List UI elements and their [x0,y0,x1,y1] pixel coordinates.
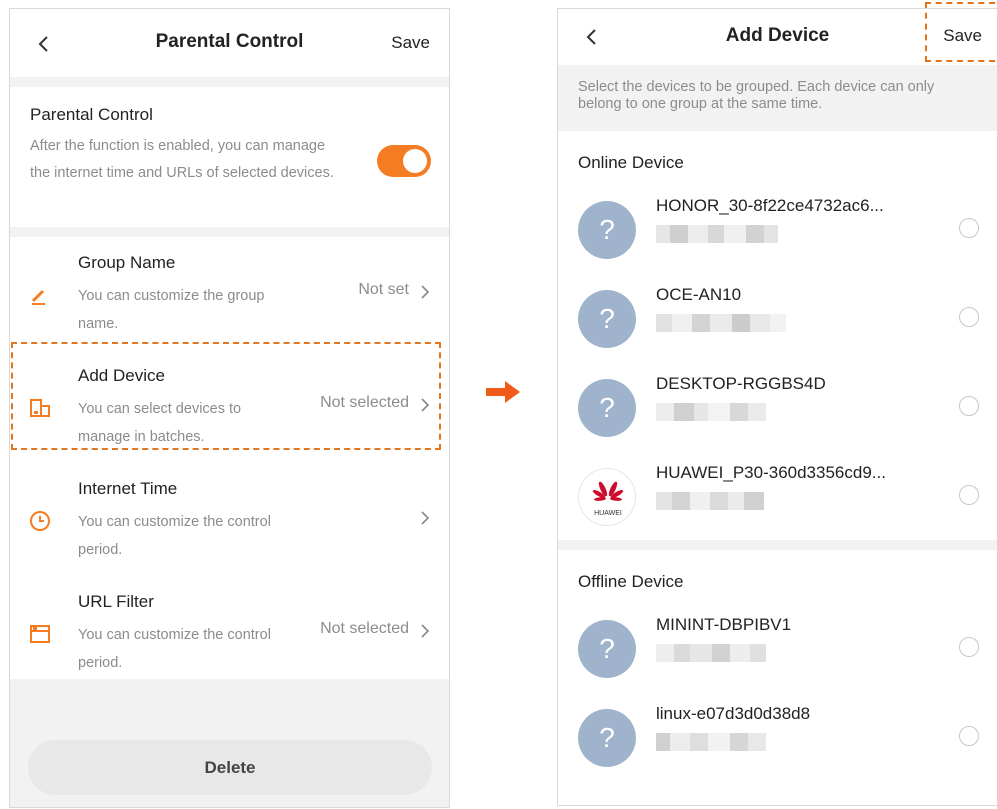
row-group-name[interactable]: Group Name You can customize the group n… [10,237,449,350]
mac-address-blurred [656,492,806,510]
device-item[interactable]: ? MININT-DBPIBV1 [558,603,997,692]
hint-text: Select the devices to be grouped. Each d… [558,65,997,131]
divider [10,77,449,87]
section-title: Parental Control [30,105,153,124]
row-description: You can customize the control period. [78,627,271,671]
avatar: ? [578,290,636,348]
mac-address-blurred [656,644,806,662]
pencil-icon [28,283,52,307]
select-radio[interactable] [959,307,979,327]
row-description: You can select devices to manage in batc… [78,401,242,445]
row-value: Not selected [320,394,409,411]
bottom-area: Delete [10,679,449,807]
device-name: MININT-DBPIBV1 [656,615,792,634]
device-item[interactable]: ? OCE-AN10 [558,273,997,362]
device-name: linux-e07d3d0d38d8 [656,704,811,723]
select-radio[interactable] [959,726,979,746]
row-title: URL Filter [78,592,154,611]
save-button[interactable]: Save [943,26,982,46]
row-value: Not selected [320,620,409,637]
offline-device-title: Offline Device [578,572,684,591]
row-value: Not set [358,281,409,298]
chevron-right-icon [419,283,431,301]
avatar: ? [578,201,636,259]
divider [10,227,449,237]
row-title: Group Name [78,253,176,272]
device-name: HONOR_30-8f22ce4732ac6... [656,196,884,215]
mac-address-blurred [656,314,806,332]
row-title: Internet Time [78,479,178,498]
select-radio[interactable] [959,637,979,657]
avatar: ? [578,379,636,437]
row-description: You can customize the control period. [78,514,271,558]
header: Add Device Save [558,9,997,65]
chevron-right-icon [419,622,431,640]
huawei-logo-icon: HUAWEI [578,468,636,526]
avatar: ? [578,620,636,678]
mac-address-blurred [656,733,806,751]
device-item[interactable]: ? linux-e07d3d0d38d8 [558,692,997,781]
browser-icon [28,622,52,646]
arrow-right-icon [486,381,520,403]
row-description: You can customize the group name. [78,288,265,332]
divider [558,540,997,550]
select-radio[interactable] [959,218,979,238]
device-name: DESKTOP-RGGBS4D [656,374,826,393]
add-device-screen: Add Device Save Select the devices to be… [557,8,997,806]
parental-control-section: Parental Control After the function is e… [10,87,449,227]
save-button[interactable]: Save [391,33,430,53]
row-internet-time[interactable]: Internet Time You can customize the cont… [10,463,449,576]
parental-control-toggle[interactable] [377,145,431,177]
parental-control-screen: Parental Control Save Parental Control A… [9,8,450,808]
device-item[interactable]: ? HONOR_30-8f22ce4732ac6... [558,184,997,273]
delete-button[interactable]: Delete [28,740,432,795]
svg-text:HUAWEI: HUAWEI [594,510,622,517]
mac-address-blurred [656,403,806,421]
page-title: Add Device [725,25,830,46]
device-icon [28,396,52,420]
clock-icon [28,509,52,533]
section-description: After the function is enabled, you can m… [30,138,334,181]
row-title: Add Device [78,366,165,385]
page-title: Parental Control [155,31,304,52]
select-radio[interactable] [959,485,979,505]
device-item[interactable]: ? DESKTOP-RGGBS4D [558,362,997,451]
avatar: ? [578,709,636,767]
mac-address-blurred [656,225,806,243]
device-name: HUAWEI_P30-360d3356cd9... [656,463,886,482]
header: Parental Control Save [10,9,449,77]
row-url-filter[interactable]: URL Filter You can customize the control… [10,576,449,689]
device-name: OCE-AN10 [656,285,742,304]
chevron-right-icon [419,396,431,414]
select-radio[interactable] [959,396,979,416]
chevron-right-icon [419,509,431,527]
row-add-device[interactable]: Add Device You can select devices to man… [10,350,449,463]
toggle-knob [403,149,427,173]
online-device-title: Online Device [578,153,684,172]
device-item[interactable]: HUAWEI HUAWEI_P30-360d3356cd9... [558,451,997,540]
